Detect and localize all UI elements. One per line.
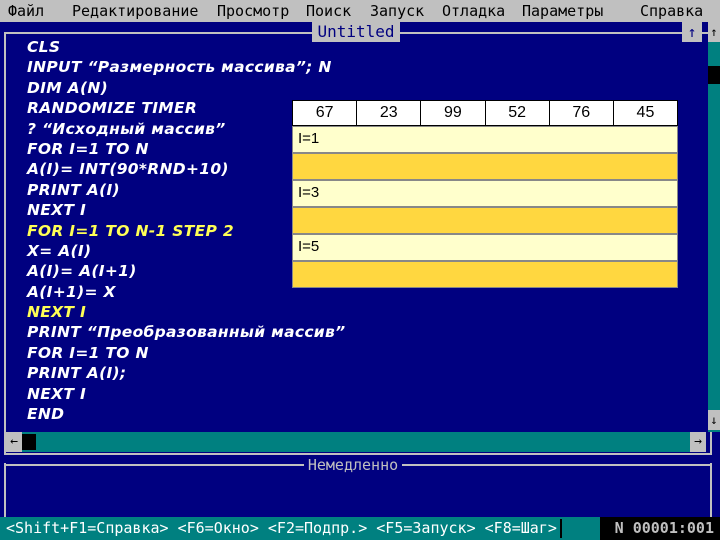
array-illustration: 67 23 99 52 76 45 I=1 I=3 I=5 <box>292 100 678 288</box>
horizontal-scrollbar[interactable]: ← → <box>6 432 706 452</box>
code-line[interactable]: FOR I=1 TO N <box>27 343 345 363</box>
code-line[interactable]: PRINT A(I); <box>27 363 345 383</box>
code-line[interactable]: PRINT “Преобразованный массив” <box>27 322 345 342</box>
step-label: I=5 <box>298 238 320 255</box>
step-band <box>292 261 678 288</box>
menu-options[interactable]: Параметры <box>522 0 603 22</box>
menu-run[interactable]: Запуск <box>370 0 424 22</box>
menu-file[interactable]: Файл <box>8 0 44 22</box>
code-line[interactable]: NEXT I <box>27 384 345 404</box>
array-cell: 76 <box>550 101 614 125</box>
immediate-right-border <box>710 463 712 517</box>
immediate-left-border <box>4 463 6 517</box>
menu-search[interactable]: Поиск <box>306 0 351 22</box>
status-separator <box>560 519 562 538</box>
scroll-up-icon[interactable]: ↑ <box>708 22 720 42</box>
status-shortcuts[interactable]: <Shift+F1=Справка> <F6=Окно> <F2=Подпр.>… <box>6 517 557 540</box>
array-cell: 23 <box>357 101 422 125</box>
step-band <box>292 153 678 180</box>
array-cell: 67 <box>293 101 358 125</box>
code-line[interactable]: INPUT “Размерность массива”; N <box>27 57 345 77</box>
menu-debug[interactable]: Отладка <box>442 0 505 22</box>
status-bar: <Shift+F1=Справка> <F6=Окно> <F2=Подпр.>… <box>0 517 720 540</box>
code-line[interactable]: DIM A(N) <box>27 78 345 98</box>
code-line[interactable]: NEXT I <box>27 302 345 322</box>
code-line[interactable]: END <box>27 404 345 424</box>
scroll-down-icon[interactable]: ↓ <box>708 410 720 430</box>
horizontal-scroll-thumb[interactable] <box>22 434 36 450</box>
menu-edit[interactable]: Редактирование <box>72 0 198 22</box>
menu-view[interactable]: Просмотр <box>217 0 289 22</box>
menu-bar: Файл Редактирование Просмотр Поиск Запус… <box>0 0 720 22</box>
step-band: I=3 <box>292 180 678 207</box>
step-band <box>292 207 678 234</box>
code-line[interactable]: CLS <box>27 37 345 57</box>
step-label: I=3 <box>298 184 320 201</box>
cursor-position: N 00001:001 <box>600 517 720 540</box>
immediate-window-header: Немедленно <box>4 455 718 475</box>
step-label: I=1 <box>298 130 320 147</box>
array-cell: 45 <box>636 104 655 121</box>
scroll-left-icon[interactable]: ← <box>6 432 22 452</box>
array-cell: 52 <box>486 101 550 125</box>
step-band: I=5 <box>292 234 678 261</box>
menu-help[interactable]: Справка <box>640 0 703 22</box>
array-values-row: 67 23 99 52 76 45 <box>292 100 678 126</box>
maximize-icon[interactable]: ↑ <box>682 22 702 42</box>
vertical-scrollbar[interactable]: ↑ ↓ <box>708 22 720 432</box>
immediate-title[interactable]: Немедленно <box>304 455 402 475</box>
vertical-scroll-thumb[interactable] <box>708 66 720 84</box>
scroll-right-icon[interactable]: → <box>690 432 706 452</box>
step-band: I=1 <box>292 126 678 153</box>
array-cell: 99 <box>421 101 486 125</box>
